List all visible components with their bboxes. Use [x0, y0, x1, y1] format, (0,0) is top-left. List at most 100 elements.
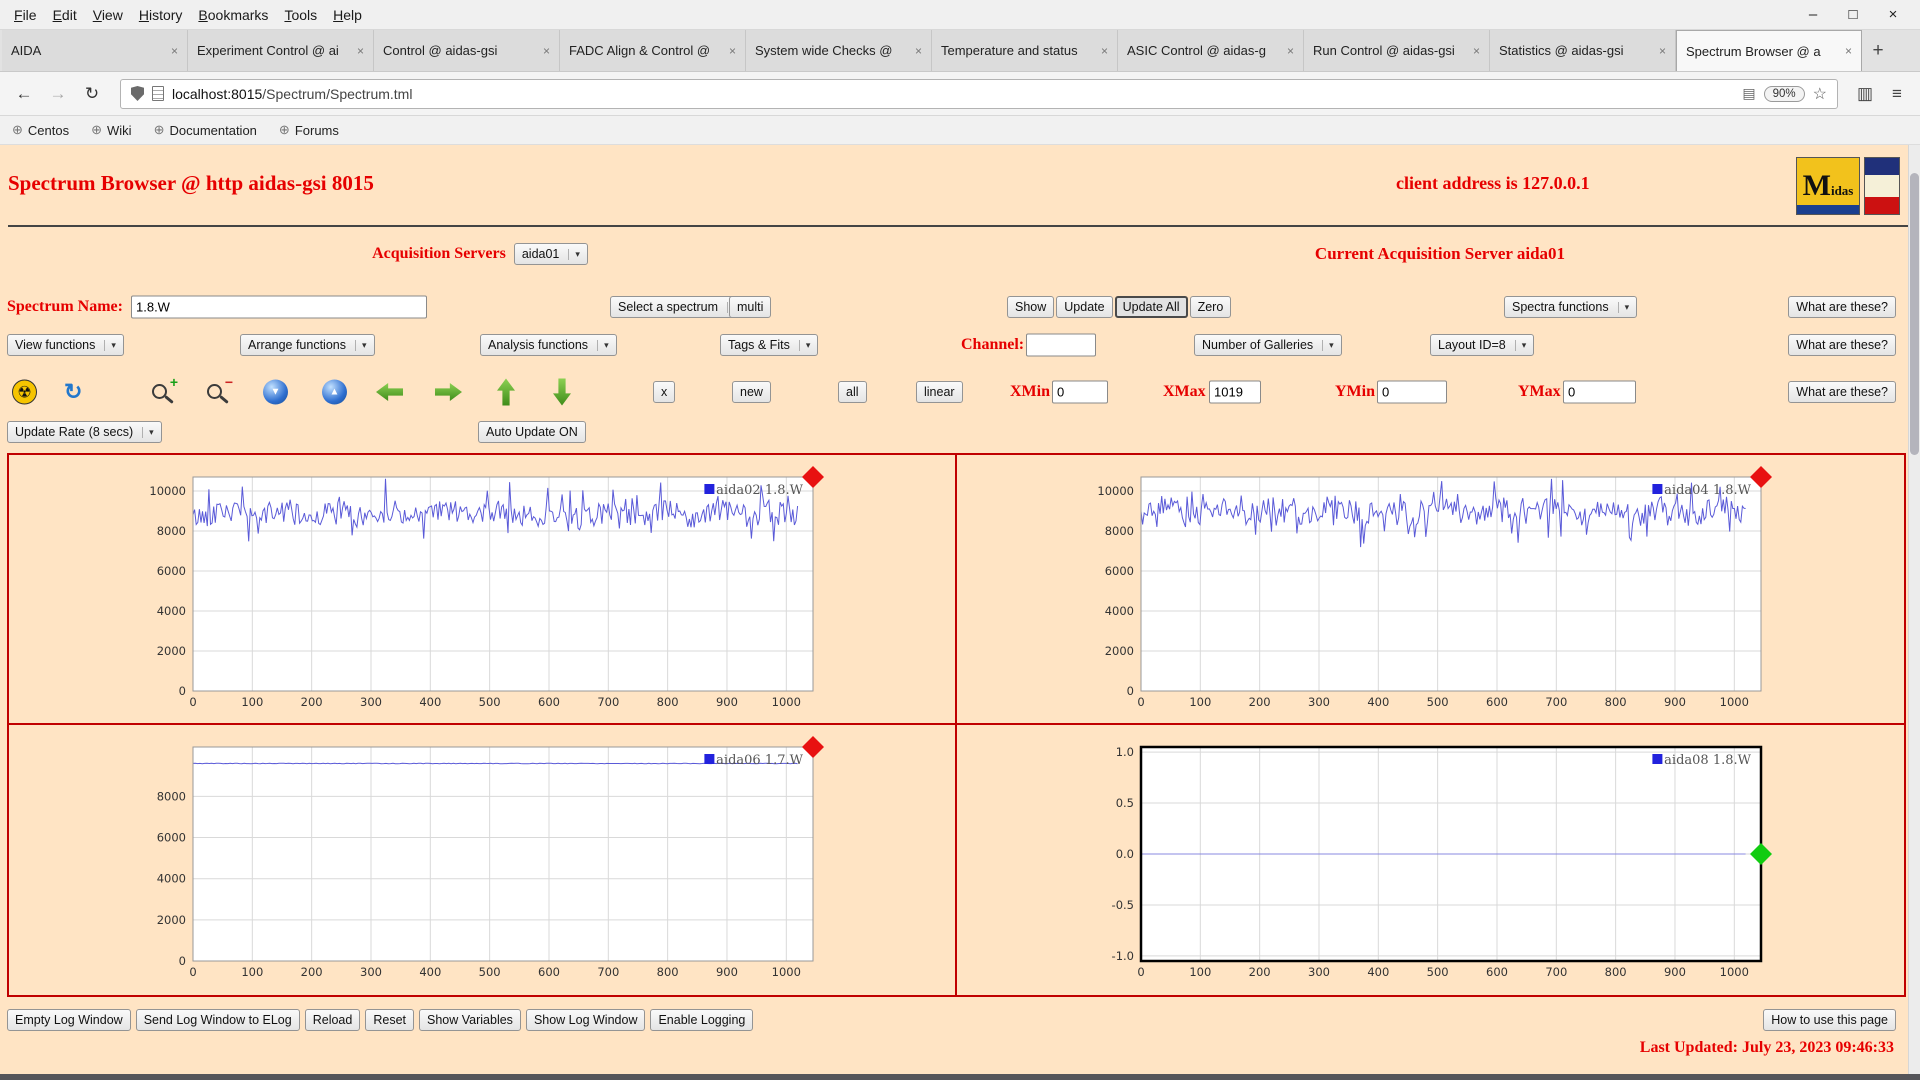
bookmark-star-icon[interactable]: ☆ — [1813, 84, 1827, 104]
zoom-in-magnifier-button[interactable]: + — [150, 374, 178, 406]
empty-log-window-button[interactable]: Empty Log Window — [7, 1009, 131, 1031]
spectrum-chart-aida06[interactable]: 0 100 200 300 400 500 600 700 800 900 1000 0 2000 400… — [137, 733, 827, 995]
bookmark-forums[interactable]: ⊕ Forums — [279, 122, 339, 138]
update-rate-select[interactable]: Update Rate (8 secs) ▾ — [7, 421, 162, 443]
auto-update-button[interactable]: Auto Update ON — [478, 421, 586, 443]
page-info-icon[interactable] — [152, 86, 164, 101]
tab-fadc-align-control[interactable]: FADC Align & Control @ × — [560, 30, 746, 71]
spectrum-chart-aida08[interactable]: 0 100 200 300 400 500 600 700 800 900 1000 -1.0 -0.5… — [1085, 733, 1775, 995]
reader-mode-icon[interactable]: ▤ — [1742, 85, 1755, 102]
tab-run-control-aidas-gsi[interactable]: Run Control @ aidas-gsi × — [1304, 30, 1490, 71]
new-button[interactable]: new — [732, 381, 771, 403]
x-button[interactable]: x — [653, 381, 676, 403]
url-text[interactable]: localhost:8015/Spectrum/Spectrum.tml — [172, 86, 1734, 102]
library-icon[interactable]: ▥ — [1852, 84, 1878, 104]
tab-close-icon[interactable]: × — [729, 44, 736, 58]
zero-button[interactable]: Zero — [1189, 296, 1232, 318]
tab-aida[interactable]: AIDA × — [2, 30, 188, 71]
what-are-these-button-3[interactable]: What are these? — [1788, 381, 1896, 403]
tab-close-icon[interactable]: × — [171, 44, 178, 58]
arrange-functions-select[interactable]: Arrange functions ▾ — [240, 334, 375, 356]
how-to-use-button[interactable]: How to use this page — [1763, 1009, 1896, 1031]
menu-history[interactable]: History — [131, 7, 191, 23]
menu-help[interactable]: Help — [325, 7, 370, 23]
tab-close-icon[interactable]: × — [1659, 44, 1666, 58]
xmax-input[interactable] — [1209, 380, 1261, 404]
ymin-input[interactable] — [1377, 380, 1447, 404]
url-bar[interactable]: localhost:8015/Spectrum/Spectrum.tml ▤ 9… — [120, 78, 1838, 109]
zoom-level-badge[interactable]: 90% — [1763, 85, 1805, 102]
channel-input[interactable] — [1026, 333, 1096, 357]
forward-button[interactable]: → — [44, 80, 72, 108]
enable-logging-button[interactable]: Enable Logging — [650, 1009, 754, 1031]
view-functions-select[interactable]: View functions ▾ — [7, 334, 124, 356]
tab-spectrum-browser-a[interactable]: Spectrum Browser @ a × — [1676, 30, 1862, 71]
tab-temperature-and-status[interactable]: Temperature and status × — [932, 30, 1118, 71]
menu-edit[interactable]: Edit — [45, 7, 85, 23]
tab-close-icon[interactable]: × — [1845, 44, 1852, 58]
select-spectrum-select[interactable]: Select a spectrum ▾ — [610, 296, 747, 318]
tab-close-icon[interactable]: × — [357, 44, 364, 58]
pan-down-button[interactable] — [553, 378, 571, 406]
number-of-galleries-select[interactable]: Number of Galleries ▾ — [1194, 334, 1342, 356]
scrollbar-thumb[interactable] — [1910, 173, 1919, 455]
pan-up-button[interactable] — [497, 378, 515, 406]
hamburger-menu-icon[interactable]: ≡ — [1884, 84, 1910, 104]
show-log-window-button[interactable]: Show Log Window — [525, 1009, 646, 1031]
y-scale-up-button[interactable]: ▲ — [322, 379, 347, 405]
tab-close-icon[interactable]: × — [1101, 44, 1108, 58]
xmin-input[interactable] — [1052, 380, 1108, 404]
tags-fits-select[interactable]: Tags & Fits ▾ — [720, 334, 819, 356]
menu-tools[interactable]: Tools — [276, 7, 325, 23]
spectra-functions-select[interactable]: Spectra functions ▾ — [1504, 296, 1638, 318]
pan-left-button[interactable] — [376, 383, 403, 401]
tab-statistics-aidas-gsi[interactable]: Statistics @ aidas-gsi × — [1490, 30, 1676, 71]
tab-system-wide-checks[interactable]: System wide Checks @ × — [746, 30, 932, 71]
update-all-button[interactable]: Update All — [1114, 296, 1188, 318]
tab-close-icon[interactable]: × — [543, 44, 550, 58]
spectrum-chart-aida02[interactable]: 0 100 200 300 400 500 600 700 800 900 1000 0 2000 400… — [137, 463, 827, 723]
menu-bookmarks[interactable]: Bookmarks — [190, 7, 276, 23]
window-minimize-button[interactable]: – — [1804, 6, 1822, 23]
send-log-window-to-elog-button[interactable]: Send Log Window to ELog — [135, 1009, 300, 1031]
new-tab-button[interactable]: + — [1862, 30, 1894, 71]
what-are-these-button-1[interactable]: What are these? — [1788, 296, 1896, 318]
tab-close-icon[interactable]: × — [1473, 44, 1480, 58]
radiation-icon-button[interactable]: ☢ — [12, 379, 37, 405]
analysis-functions-select[interactable]: Analysis functions ▾ — [480, 334, 617, 356]
spectrum-name-input[interactable] — [131, 295, 427, 319]
layout-id-select[interactable]: Layout ID=8 ▾ — [1430, 334, 1535, 356]
show-variables-button[interactable]: Show Variables — [419, 1009, 521, 1031]
zoom-out-magnifier-button[interactable]: − — [205, 374, 233, 406]
tab-close-icon[interactable]: × — [915, 44, 922, 58]
multi-button[interactable]: multi — [729, 296, 772, 318]
tab-close-icon[interactable]: × — [1287, 44, 1294, 58]
tab-control-aidas-gsi[interactable]: Control @ aidas-gsi × — [374, 30, 560, 71]
reload-button[interactable]: ↻ — [78, 80, 106, 108]
update-button[interactable]: Update — [1056, 296, 1113, 318]
window-maximize-button[interactable]: □ — [1844, 6, 1862, 23]
tab-experiment-control-ai[interactable]: Experiment Control @ ai × — [188, 30, 374, 71]
bookmark-wiki[interactable]: ⊕ Wiki — [91, 122, 131, 138]
reload-button[interactable]: Reload — [304, 1009, 361, 1031]
tab-asic-control-aidas-g[interactable]: ASIC Control @ aidas-g × — [1118, 30, 1304, 71]
all-button[interactable]: all — [838, 381, 867, 403]
ymax-input[interactable] — [1563, 380, 1636, 404]
pan-right-button[interactable] — [435, 383, 462, 401]
linear-button[interactable]: linear — [916, 381, 963, 403]
window-close-button[interactable]: × — [1884, 6, 1902, 23]
refresh-icon-button[interactable]: ↻ — [64, 381, 82, 403]
spectrum-chart-aida04[interactable]: 0 100 200 300 400 500 600 700 800 900 1000 0 2000 400… — [1085, 463, 1775, 723]
vertical-scrollbar[interactable] — [1908, 145, 1920, 1074]
menu-file[interactable]: File — [6, 7, 45, 23]
bookmark-documentation[interactable]: ⊕ Documentation — [154, 122, 257, 138]
what-are-these-button-2[interactable]: What are these? — [1788, 334, 1896, 356]
acquisition-server-select[interactable]: aida01 ▾ — [513, 243, 588, 265]
y-scale-down-button[interactable]: ▼ — [263, 379, 288, 405]
reset-button[interactable]: Reset — [365, 1009, 414, 1031]
bookmark-centos[interactable]: ⊕ Centos — [12, 122, 69, 138]
show-button[interactable]: Show — [1007, 296, 1055, 318]
tracking-shield-icon[interactable] — [131, 86, 144, 101]
back-button[interactable]: ← — [10, 80, 38, 108]
menu-view[interactable]: View — [85, 7, 131, 23]
